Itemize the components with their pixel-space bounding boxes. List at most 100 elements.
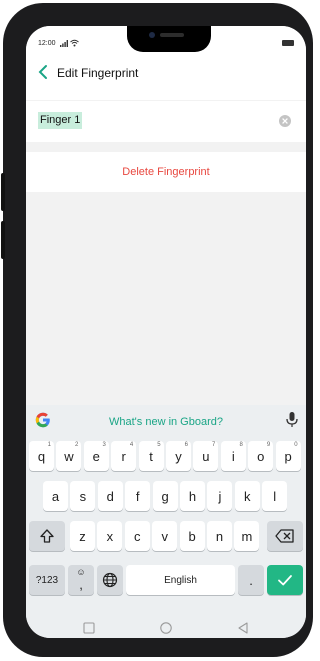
- emoji-comma-key[interactable]: ☺ ,: [68, 565, 94, 595]
- phone-frame: 12:00 Edit Fingerprint Finger 1 Delete F…: [1, 3, 313, 657]
- page-title: Edit Fingerprint: [57, 66, 139, 80]
- gboard-suggestion-bar: What's new in Gboard?: [26, 406, 306, 436]
- enter-key[interactable]: [267, 565, 303, 595]
- key-k[interactable]: k: [234, 481, 260, 511]
- key-label: e: [92, 449, 100, 464]
- key-u[interactable]: u7: [193, 441, 219, 471]
- key-hint: 1: [47, 442, 51, 448]
- power-button: [1, 221, 5, 259]
- key-label: x: [106, 529, 114, 544]
- backspace-key[interactable]: [267, 521, 303, 551]
- key-label: z: [79, 529, 86, 544]
- emoji-glyph: ☺: [76, 567, 86, 577]
- key-hint: 2: [75, 442, 79, 448]
- key-e[interactable]: e3: [83, 441, 109, 471]
- key-m[interactable]: m: [234, 521, 260, 551]
- triangle-back-icon[interactable]: [236, 621, 250, 635]
- key-p[interactable]: p0: [275, 441, 301, 471]
- chevron-left-icon[interactable]: [34, 62, 54, 82]
- key-label: n: [215, 529, 224, 544]
- key-label: t: [149, 449, 153, 464]
- clear-circle-icon[interactable]: [278, 114, 292, 128]
- key-label: m: [241, 529, 253, 544]
- period-key[interactable]: .: [238, 565, 264, 595]
- gboard-suggestion[interactable]: What's new in Gboard?: [26, 416, 306, 428]
- key-hint: 6: [184, 442, 188, 448]
- key-label: y: [175, 449, 182, 464]
- key-label: v: [161, 529, 168, 544]
- key-label: w: [64, 449, 74, 464]
- checkmark-icon: [278, 575, 292, 586]
- earpiece: [160, 33, 184, 37]
- key-y[interactable]: y6: [166, 441, 191, 471]
- globe-icon: [102, 572, 118, 588]
- delete-fingerprint-button[interactable]: Delete Fingerprint: [26, 152, 306, 192]
- key-f[interactable]: f: [125, 481, 151, 511]
- key-o[interactable]: o9: [248, 441, 274, 471]
- circle-icon[interactable]: [159, 621, 173, 635]
- space-label: English: [164, 575, 197, 586]
- key-a[interactable]: a: [43, 481, 68, 511]
- key-l[interactable]: l: [262, 481, 288, 511]
- key-c[interactable]: c: [124, 521, 150, 551]
- key-hint: 0: [294, 442, 298, 448]
- key-label: c: [134, 529, 141, 544]
- globe-key[interactable]: [97, 565, 123, 595]
- front-camera: [149, 32, 155, 38]
- key-label: s: [79, 489, 87, 504]
- wifi-icon: [70, 39, 79, 47]
- key-t[interactable]: t5: [138, 441, 164, 471]
- key-g[interactable]: g: [152, 481, 178, 511]
- key-n[interactable]: n: [207, 521, 232, 551]
- key-label: u: [202, 449, 210, 464]
- key-label: i: [231, 449, 235, 464]
- key-label: d: [106, 489, 114, 504]
- key-z[interactable]: z: [70, 521, 95, 551]
- key-b[interactable]: b: [179, 521, 205, 551]
- fingerprint-name-value[interactable]: Finger 1: [38, 112, 83, 129]
- symbols-key[interactable]: ?123: [29, 565, 65, 595]
- key-label: g: [161, 489, 169, 504]
- status-bar: 12:00: [26, 26, 306, 52]
- screen: 12:00 Edit Fingerprint Finger 1 Delete F…: [26, 26, 306, 638]
- key-label: f: [135, 489, 140, 504]
- shift-key[interactable]: [29, 521, 65, 551]
- camera-notch: [127, 26, 211, 52]
- volume-button: [1, 173, 5, 211]
- key-v[interactable]: v: [152, 521, 178, 551]
- key-hint: 9: [266, 442, 271, 448]
- shift-icon: [40, 529, 54, 543]
- space-key[interactable]: English: [126, 565, 235, 595]
- status-time: 12:00: [38, 40, 56, 47]
- key-s[interactable]: s: [70, 481, 96, 511]
- key-label: b: [188, 529, 196, 544]
- signal-icon: [60, 40, 68, 47]
- key-hint: 4: [129, 442, 134, 448]
- mic-icon[interactable]: [284, 411, 300, 429]
- key-i[interactable]: i8: [220, 441, 246, 471]
- key-q[interactable]: q1: [29, 441, 54, 471]
- key-label: k: [244, 489, 251, 504]
- key-d[interactable]: d: [97, 481, 123, 511]
- key-hint: 7: [212, 442, 216, 448]
- key-r[interactable]: r4: [111, 441, 137, 471]
- key-label: h: [188, 489, 197, 504]
- key-label: q: [37, 449, 46, 464]
- navigation-bar: [26, 618, 306, 638]
- symbols-label: ?123: [35, 575, 59, 586]
- key-hint: 5: [157, 442, 161, 448]
- period-label: .: [249, 573, 253, 588]
- key-hint: 8: [239, 442, 243, 448]
- backspace-icon: [275, 529, 294, 543]
- key-j[interactable]: j: [207, 481, 233, 511]
- key-h[interactable]: h: [180, 481, 205, 511]
- key-label: a: [51, 489, 60, 504]
- key-label: l: [273, 489, 277, 504]
- key-label: o: [257, 449, 265, 464]
- key-x[interactable]: x: [97, 521, 123, 551]
- key-w[interactable]: w2: [56, 441, 82, 471]
- square-icon[interactable]: [82, 621, 96, 635]
- key-label: r: [121, 449, 126, 464]
- key-label: j: [218, 489, 222, 504]
- comma-glyph: ,: [79, 577, 83, 592]
